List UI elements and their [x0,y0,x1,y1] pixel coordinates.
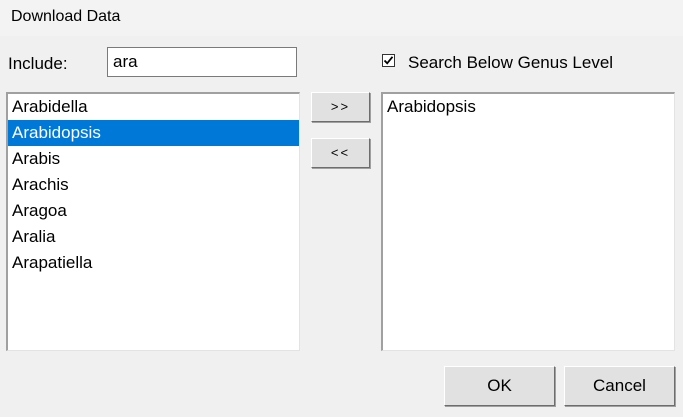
list-item[interactable]: Aragoa [8,198,299,224]
include-label: Include: [8,54,68,73]
list-item-selected[interactable]: Arabidopsis [8,120,299,146]
search-below-label[interactable]: Search Below Genus Level [408,53,613,73]
title-bar: Download Data [0,0,683,36]
search-below-checkbox[interactable] [382,54,395,67]
checkmark-icon [383,56,394,65]
list-item[interactable]: Arabis [8,146,299,172]
list-item[interactable]: Arachis [8,172,299,198]
window-title: Download Data [11,8,121,25]
list-item[interactable]: Arapatiella [8,250,299,276]
cancel-button[interactable]: Cancel [564,366,675,406]
ok-button[interactable]: OK [444,366,555,406]
list-item[interactable]: Arabidella [8,94,299,120]
selected-list[interactable]: Arabidopsis [381,92,675,351]
available-list[interactable]: Arabidella Arabidopsis Arabis Arachis Ar… [6,92,300,351]
add-button[interactable]: >> [311,92,370,122]
remove-button[interactable]: << [311,138,370,168]
list-item[interactable]: Aralia [8,224,299,250]
include-input[interactable]: ara [107,47,297,77]
list-item[interactable]: Arabidopsis [383,94,674,120]
